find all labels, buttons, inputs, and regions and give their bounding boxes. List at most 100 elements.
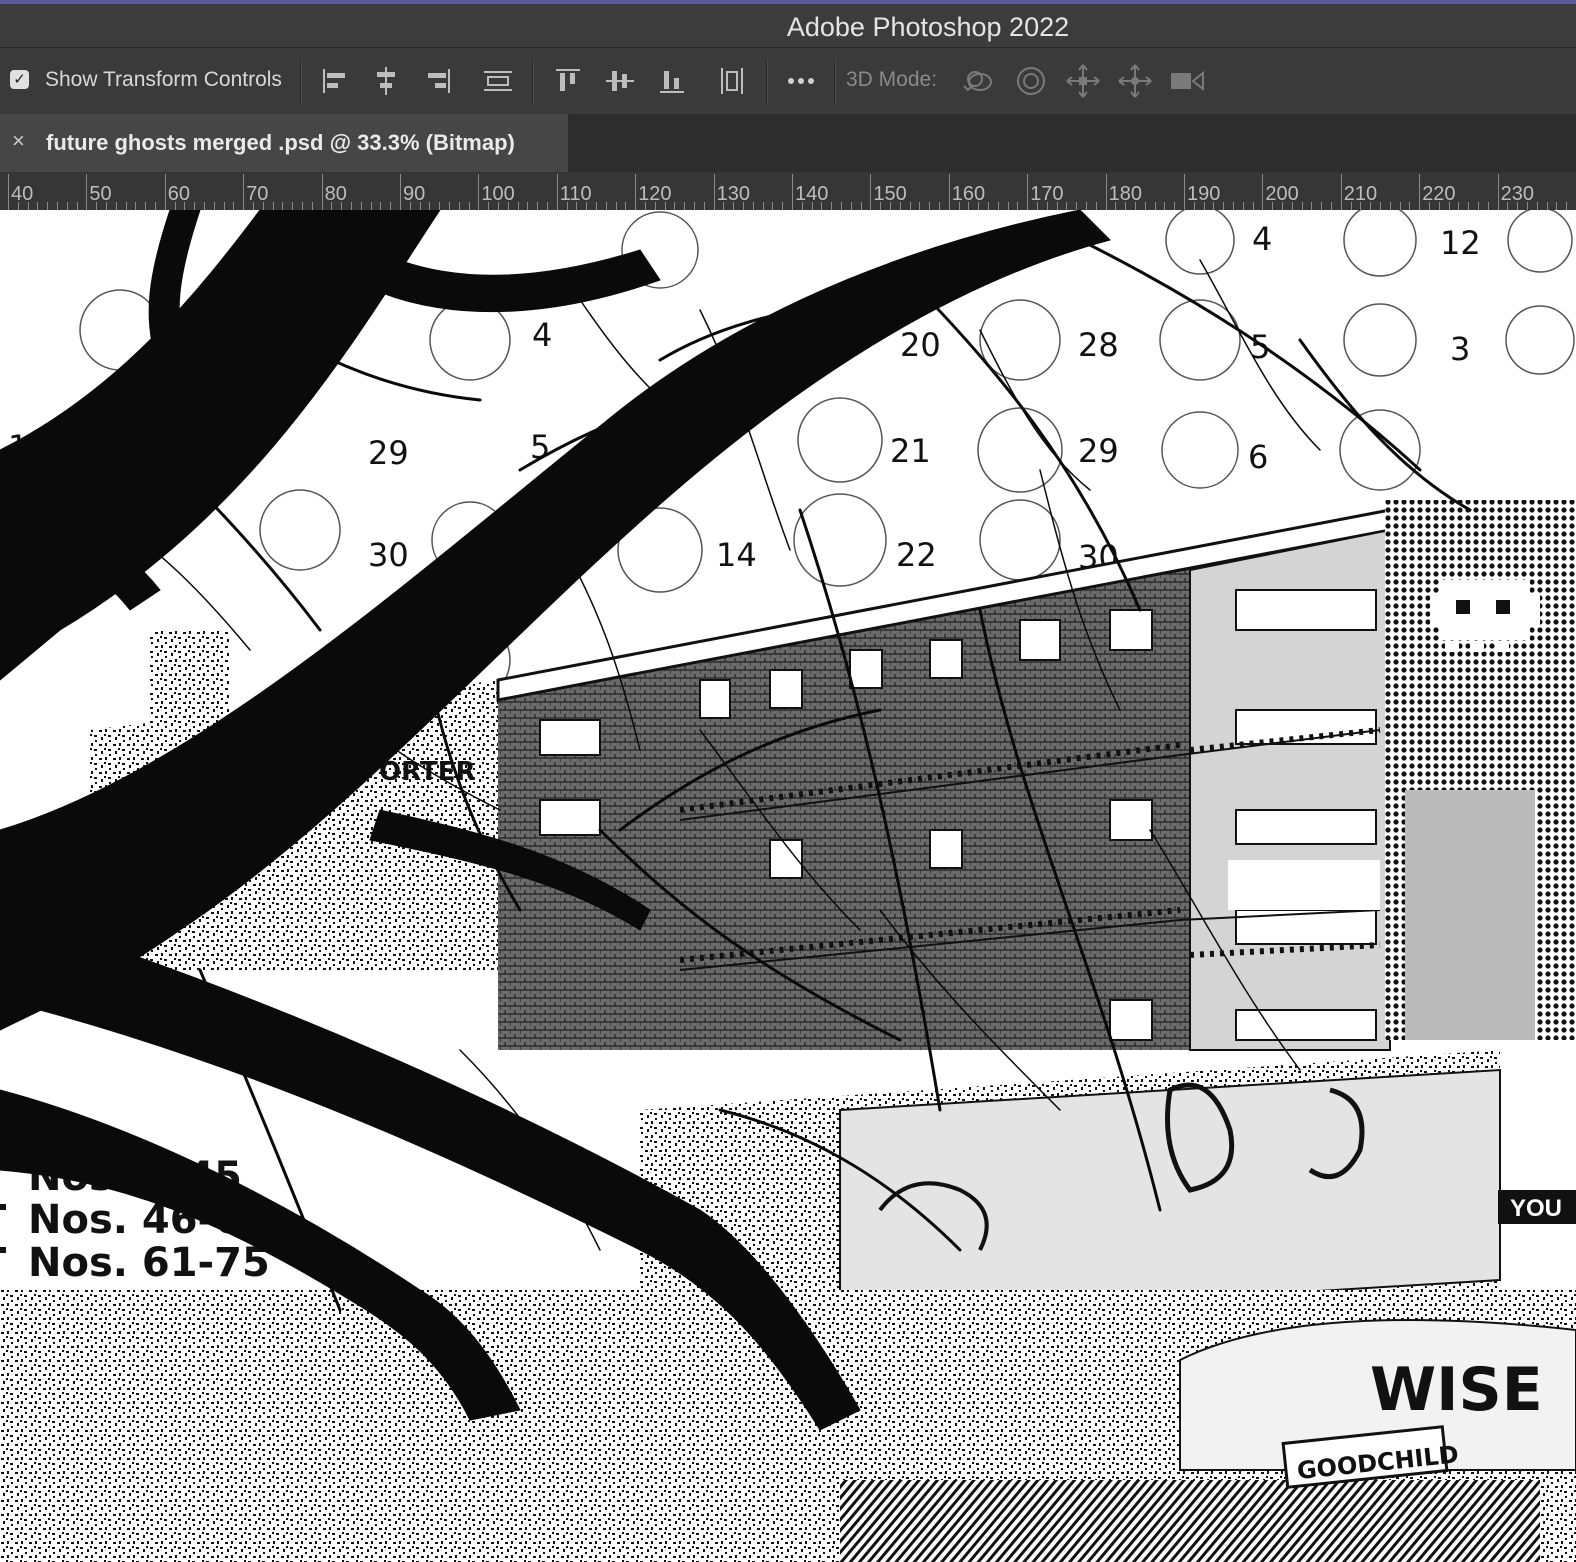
- ruler-minor-tick: [860, 202, 862, 210]
- ruler-minor-tick: [939, 202, 940, 210]
- ruler-minor-tick: [1086, 202, 1087, 210]
- ruler-minor-tick: [37, 202, 39, 210]
- horizontal-ruler[interactable]: 40 50 60 70 80 90 100 110 120 130 140 150 160 170 180 1…: [0, 172, 1576, 211]
- ruler-minor-tick: [311, 202, 313, 210]
- ruler-tick: [164, 174, 166, 210]
- ruler-minor-tick: [458, 202, 460, 210]
- ruler-minor-tick: [223, 202, 225, 210]
- ruler-minor-tick: [596, 202, 597, 210]
- toolbar-divider: [834, 60, 836, 104]
- overlay-number: 12: [1440, 224, 1481, 262]
- ruler-tick: [1419, 174, 1421, 210]
- distribute-vertical-icon[interactable]: [712, 62, 752, 100]
- ruler-minor-tick: [1566, 202, 1568, 210]
- more-options-icon[interactable]: [781, 62, 821, 100]
- app-title: Adobe Photoshop 2022: [786, 12, 1070, 42]
- ruler-minor-tick: [547, 202, 548, 210]
- ruler-minor-tick: [703, 202, 705, 210]
- align-horizontal-centers-icon[interactable]: [366, 62, 406, 100]
- title-bar: Adobe Photoshop 2022: [0, 0, 1576, 48]
- ruler-minor-tick: [1046, 202, 1048, 210]
- close-icon[interactable]: ×: [12, 128, 25, 154]
- ruler-minor-tick: [1389, 202, 1391, 210]
- ruler-minor-tick: [1527, 202, 1528, 210]
- distribute-horizontal-icon[interactable]: [478, 62, 518, 100]
- ruler-minor-tick: [694, 202, 695, 210]
- ruler-minor-tick: [262, 202, 264, 210]
- ruler-minor-tick: [253, 202, 254, 210]
- ruler-tick: [792, 174, 793, 210]
- ruler-minor-tick: [1223, 202, 1225, 210]
- orbit-3d-icon[interactable]: [958, 62, 998, 100]
- ruler-minor-tick: [282, 202, 284, 210]
- slide-3d-icon[interactable]: [1115, 62, 1155, 100]
- ruler-minor-tick: [1095, 202, 1097, 210]
- ruler-tick: [556, 174, 558, 210]
- ruler-tick: [1340, 174, 1342, 210]
- overlay-number: 29: [368, 434, 409, 472]
- roll-3d-icon[interactable]: [1011, 62, 1051, 100]
- ruler-minor-tick: [929, 202, 931, 210]
- ruler-minor-tick: [1370, 202, 1372, 210]
- overlay-number: 21: [890, 432, 931, 470]
- ruler-minor-tick: [762, 202, 764, 210]
- align-top-edges-icon[interactable]: [548, 62, 588, 100]
- ruler-minor-tick: [831, 202, 833, 210]
- ruler-minor-tick: [919, 202, 921, 210]
- caption-line: Nos. 61-75: [28, 1240, 270, 1286]
- ruler-minor-tick: [106, 202, 107, 210]
- ruler-minor-tick: [76, 202, 78, 210]
- ruler-minor-tick: [96, 202, 98, 210]
- ruler-tick-label: 50: [89, 183, 112, 205]
- ruler-minor-tick: [360, 202, 362, 210]
- scale-3d-icon[interactable]: [1167, 62, 1207, 100]
- ruler-minor-tick: [57, 202, 58, 210]
- ruler-minor-tick: [958, 202, 960, 210]
- ruler-tick: [86, 174, 88, 210]
- align-bottom-edges-icon[interactable]: [652, 62, 692, 100]
- ruler-minor-tick: [1409, 202, 1411, 210]
- overlay-number: 4: [1252, 220, 1272, 258]
- ruler-minor-tick: [664, 202, 666, 210]
- ruler-minor-tick: [1017, 202, 1019, 210]
- ruler-minor-tick: [439, 202, 441, 210]
- ruler-minor-tick: [1448, 202, 1450, 210]
- ruler-tick-label: 80: [324, 183, 347, 205]
- pan-3d-icon[interactable]: [1063, 62, 1103, 100]
- ruler-minor-tick: [449, 202, 450, 210]
- show-transform-controls-label[interactable]: Show Transform Controls: [45, 68, 282, 92]
- ruler-minor-tick: [1291, 202, 1293, 210]
- ruler-minor-tick: [586, 202, 588, 210]
- ruler-minor-tick: [968, 202, 970, 210]
- ruler-minor-tick: [1556, 202, 1558, 210]
- ruler-minor-tick: [1233, 202, 1234, 210]
- ruler-minor-tick: [409, 202, 411, 210]
- ruler-minor-tick: [1536, 202, 1538, 210]
- ruler-tick: [8, 174, 9, 210]
- ruler-minor-tick: [390, 202, 392, 210]
- ruler-minor-tick: [772, 202, 774, 210]
- ruler-minor-tick: [850, 202, 852, 210]
- ruler-minor-tick: [733, 202, 735, 210]
- ruler-minor-tick: [1242, 202, 1244, 210]
- ruler-minor-tick: [615, 202, 617, 210]
- document-canvas[interactable]: 4 12 4 20 28 5 3 13 29 5 21 29 6 30 14 2…: [0, 210, 1576, 1562]
- ruler-minor-tick: [204, 202, 205, 210]
- ruler-minor-tick: [1056, 202, 1058, 210]
- ruler-minor-tick: [1213, 202, 1215, 210]
- ruler-minor-tick: [1164, 202, 1166, 210]
- ruler-minor-tick: [752, 202, 754, 210]
- document-tab[interactable]: × future ghosts merged .psd @ 33.3% (Bit…: [0, 114, 569, 172]
- ruler-minor-tick: [194, 202, 196, 210]
- ruler-minor-tick: [213, 202, 215, 210]
- ruler-minor-tick: [272, 202, 274, 210]
- overlay-number: 3: [1450, 330, 1470, 368]
- align-left-edges-icon[interactable]: [315, 62, 355, 100]
- ruler-minor-tick: [233, 202, 235, 210]
- ruler-minor-tick: [1380, 202, 1381, 210]
- ruler-minor-tick: [997, 202, 999, 210]
- ruler-minor-tick: [145, 202, 147, 210]
- align-right-edges-icon[interactable]: [418, 62, 458, 100]
- align-vertical-centers-icon[interactable]: [600, 62, 640, 100]
- show-transform-controls-checkbox[interactable]: ✓: [10, 70, 29, 89]
